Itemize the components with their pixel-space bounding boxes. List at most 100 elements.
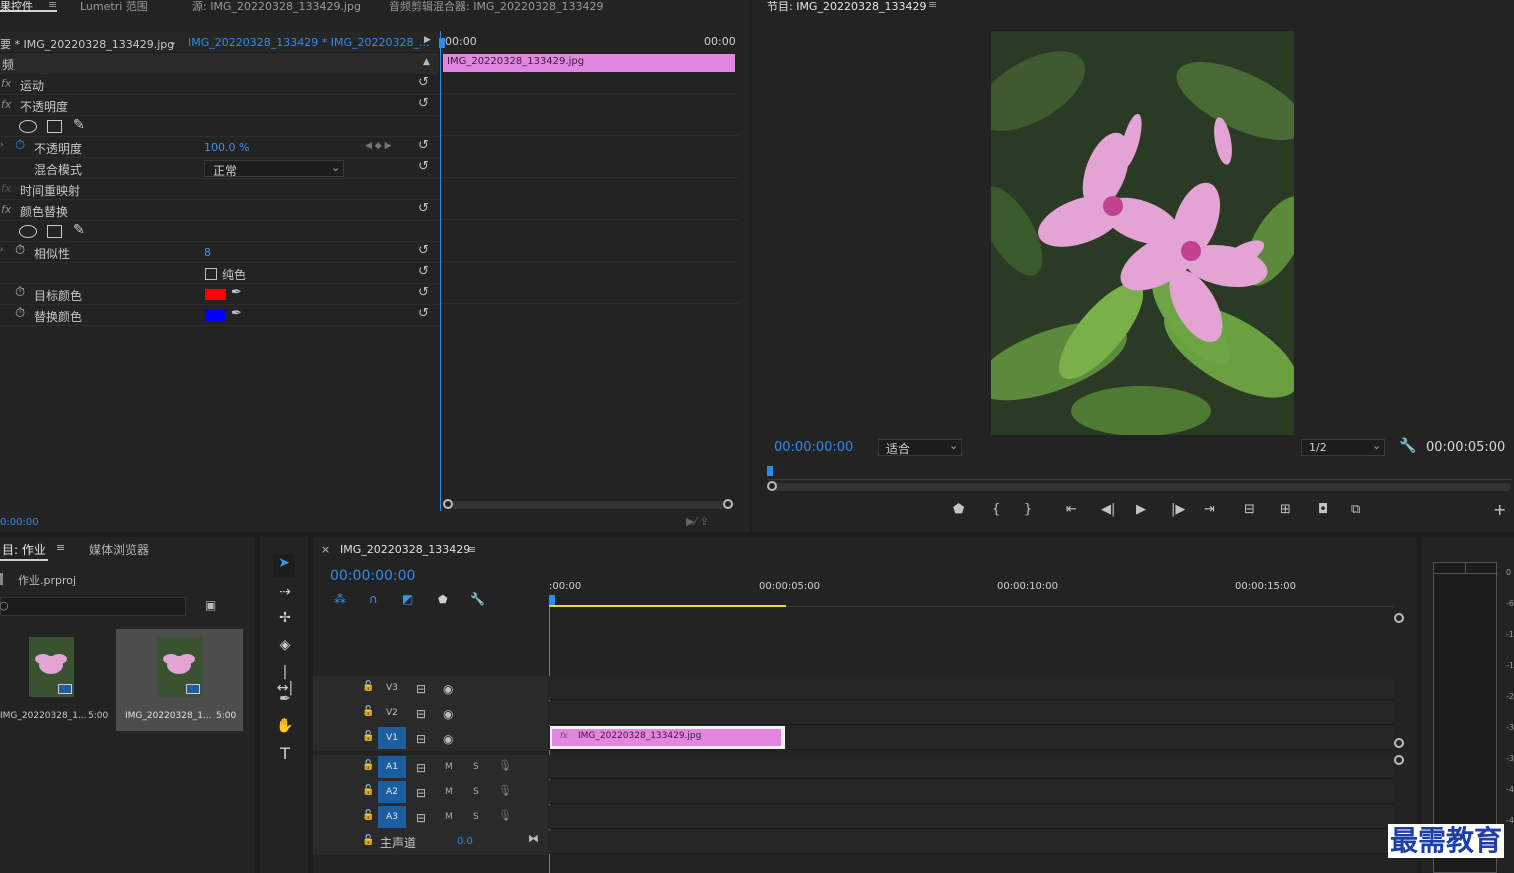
lock-icon[interactable]: 🔓 — [362, 706, 374, 717]
program-menu-icon[interactable]: ≡ — [928, 0, 937, 11]
selection-tool-icon[interactable]: ➤ — [273, 555, 295, 577]
pen-tool-icon[interactable]: ✒ — [275, 691, 295, 707]
stopwatch-icon[interactable]: ⏱ — [15, 138, 25, 153]
nest-icon[interactable]: ⁂ — [334, 592, 346, 606]
stopwatch-icon[interactable]: ⏱ — [15, 285, 25, 300]
pen-mask-icon[interactable]: ✎ — [73, 117, 85, 133]
comparison-view-icon[interactable]: ⧉ — [1351, 502, 1360, 517]
mute-button[interactable]: M — [445, 762, 453, 772]
master-expand-icon[interactable]: ⧓ — [528, 832, 539, 845]
stopwatch-icon[interactable]: ⏱ — [15, 306, 25, 321]
ellipse-mask-icon[interactable] — [19, 120, 37, 133]
target-color-swatch[interactable] — [205, 289, 226, 300]
snap-magnet-icon[interactable]: ∩ — [369, 592, 378, 606]
chevron-down-icon[interactable]: ⌄ — [168, 35, 177, 48]
track-select-icon[interactable]: ⇢ — [275, 584, 295, 600]
tab-audio-clip-mixer[interactable]: 音频剪辑混合器: IMG_20220328_133429 — [389, 0, 603, 14]
track-lane-a2[interactable] — [549, 780, 1394, 804]
extract-icon[interactable]: ⊞ — [1280, 502, 1291, 517]
reset-icon[interactable]: ↺ — [418, 159, 429, 174]
lock-icon[interactable]: 🔓 — [362, 810, 374, 821]
new-bin-icon[interactable]: ▣ — [205, 598, 216, 612]
mark-out-icon[interactable]: } — [1024, 502, 1032, 517]
ec-clip[interactable]: IMG_20220328_133429.jpg — [443, 54, 735, 72]
rectangle-mask-icon[interactable] — [47, 120, 62, 133]
timeline-tab-title[interactable]: IMG_20220328_133429 — [340, 543, 470, 556]
microphone-icon[interactable]: 🎙 — [498, 784, 512, 797]
track-lane-v2[interactable] — [549, 701, 1394, 725]
work-area-bar[interactable] — [549, 605, 786, 607]
step-back-icon[interactable]: ◀| — [1101, 502, 1115, 517]
hand-tool-icon[interactable]: ✋ — [275, 718, 295, 734]
program-timecode-current[interactable]: 00:00:00:00 — [774, 440, 853, 455]
export-frame-icon[interactable]: ▶⁄ ⇪ — [686, 515, 709, 528]
track-header-a2[interactable] — [313, 780, 548, 805]
collapse-icon[interactable]: ▲ — [423, 57, 430, 67]
reset-icon[interactable]: ↺ — [418, 75, 429, 90]
track-header-v3[interactable] — [313, 676, 548, 701]
solo-button[interactable]: S — [473, 812, 479, 822]
mute-button[interactable]: M — [445, 787, 453, 797]
sync-lock-icon[interactable]: ⊟ — [416, 761, 426, 775]
program-video-frame[interactable] — [991, 31, 1294, 435]
zoom-select[interactable]: 适合 ⌄ — [878, 439, 962, 456]
track-lane-a1[interactable] — [549, 755, 1394, 779]
eyedropper-icon[interactable]: ✒ — [231, 306, 242, 321]
close-sequence-icon[interactable]: × — [321, 543, 330, 556]
master-track-value[interactable]: 0.0 — [457, 836, 473, 847]
track-target-a1[interactable]: A1 — [378, 756, 406, 778]
track-header-v2[interactable] — [313, 701, 548, 726]
playhead-marker[interactable] — [549, 595, 555, 605]
lift-icon[interactable]: ⊟ — [1244, 502, 1255, 517]
tab-media-browser[interactable]: 媒体浏览器 — [89, 541, 149, 558]
razor-icon[interactable]: ◈ — [275, 637, 295, 653]
effect-row-opacity[interactable]: fx 不透明度 ↺ — [0, 95, 438, 116]
track-header-a3[interactable] — [313, 805, 548, 830]
timeline-clip[interactable]: fx IMG_20220328_133429.jpg — [550, 726, 785, 749]
solid-color-checkbox[interactable] — [205, 268, 217, 280]
tab-lumetri-scopes[interactable]: Lumetri 范围 — [80, 0, 148, 14]
type-tool-icon[interactable]: T — [275, 744, 295, 763]
vertical-scroll-handle[interactable] — [1394, 613, 1404, 623]
reset-icon[interactable]: ↺ — [418, 306, 429, 321]
expand-arrow-icon[interactable]: › — [0, 140, 4, 150]
track-target-a2[interactable]: A2 — [378, 781, 406, 803]
fx-icon[interactable]: fx — [1, 98, 11, 111]
sync-lock-icon[interactable]: ⊟ — [416, 811, 426, 825]
reset-icon[interactable]: ↺ — [418, 201, 429, 216]
settings-wrench-icon[interactable]: 🔧 — [1399, 438, 1416, 454]
track-lane-v3[interactable] — [549, 676, 1394, 700]
vertical-scroll-handle[interactable] — [1394, 755, 1404, 765]
track-header-master[interactable] — [313, 830, 548, 855]
time-remap-row[interactable]: fx 时间重映射 — [0, 179, 438, 200]
go-to-in-icon[interactable]: ⇤ — [1066, 502, 1077, 517]
tab-effect-controls[interactable]: 果控件 — [0, 0, 33, 14]
effect-row-motion[interactable]: fx 运动 ↺ — [0, 74, 438, 95]
lock-icon[interactable]: 🔓 — [362, 835, 374, 846]
reset-icon[interactable]: ↺ — [418, 264, 429, 279]
timeline-timecode[interactable]: 00:00:00:00 — [330, 568, 415, 584]
add-marker-icon[interactable]: ⬟ — [438, 593, 448, 606]
track-header-v1[interactable] — [313, 726, 548, 751]
blend-mode-select[interactable]: 正常 ⌄ — [204, 160, 344, 178]
eye-icon[interactable]: ◉ — [443, 732, 453, 746]
keyframe-nav-icon[interactable]: ◀ ◆ ▶ — [365, 141, 392, 151]
fx-icon[interactable]: fx — [1, 77, 11, 90]
rectangle-mask-icon[interactable] — [47, 225, 62, 238]
project-menu-icon[interactable]: ≡ — [56, 541, 65, 554]
eyedropper-icon[interactable]: ✒ — [231, 285, 242, 300]
solo-button[interactable]: S — [473, 762, 479, 772]
effect-row-color-replace[interactable]: fx 颜色替换 ↺ — [0, 200, 438, 221]
export-frame-camera-icon[interactable]: ◘ — [1318, 502, 1328, 517]
vertical-scroll-handle[interactable] — [1394, 738, 1404, 748]
timeline-menu-icon[interactable]: ≡ — [467, 543, 476, 556]
lock-icon[interactable]: 🔓 — [362, 785, 374, 796]
sync-lock-icon[interactable]: ⊟ — [416, 732, 426, 746]
eye-icon[interactable]: ◉ — [443, 682, 453, 696]
program-time-ruler[interactable] — [767, 466, 1512, 480]
track-lane-master[interactable] — [549, 830, 1394, 854]
solo-button[interactable]: S — [473, 787, 479, 797]
playhead-marker[interactable] — [439, 38, 445, 48]
sync-lock-icon[interactable]: ⊟ — [416, 786, 426, 800]
mute-button[interactable]: M — [445, 812, 453, 822]
